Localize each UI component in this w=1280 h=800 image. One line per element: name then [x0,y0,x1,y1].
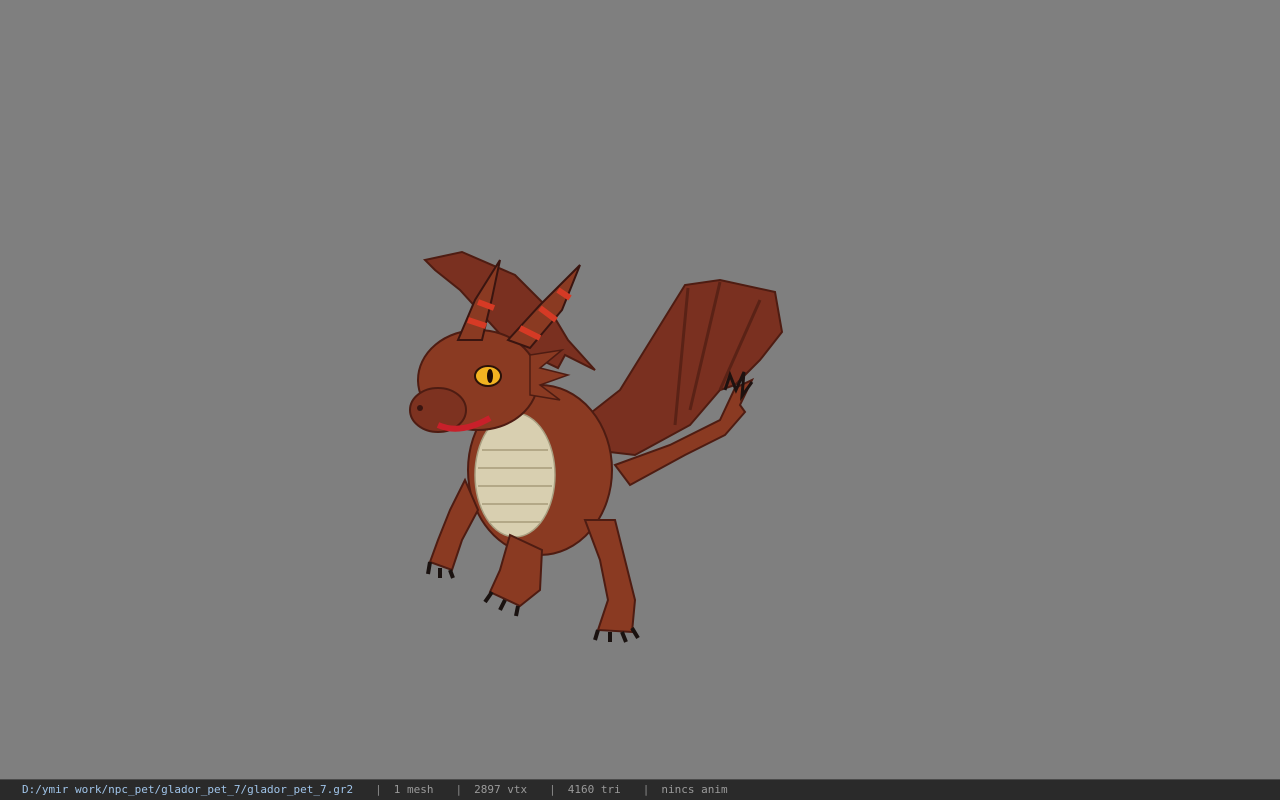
dragon-belly [474,412,556,538]
status-separator: | [549,783,556,796]
dragon-left-arm [428,477,480,572]
vertex-count: 2897 vtx [474,783,528,796]
animation-status: nincs anim [661,783,728,796]
status-separator: | [642,783,650,796]
status-separator: | [455,783,463,796]
status-separator: | [375,783,382,796]
dragon-right-leg [583,519,637,634]
triangle-count: 4160 tri [567,783,621,796]
model-viewport[interactable] [0,0,1280,779]
mesh-count: 1 mesh [393,783,434,796]
file-path: D:/ymir work/npc_pet/glador_pet_7/glador… [22,783,354,796]
dragon-model-icon [409,250,784,643]
dragon-left-leg [488,533,544,608]
status-bar: D:/ymir work/npc_pet/glador_pet_7/glador… [0,779,1280,800]
